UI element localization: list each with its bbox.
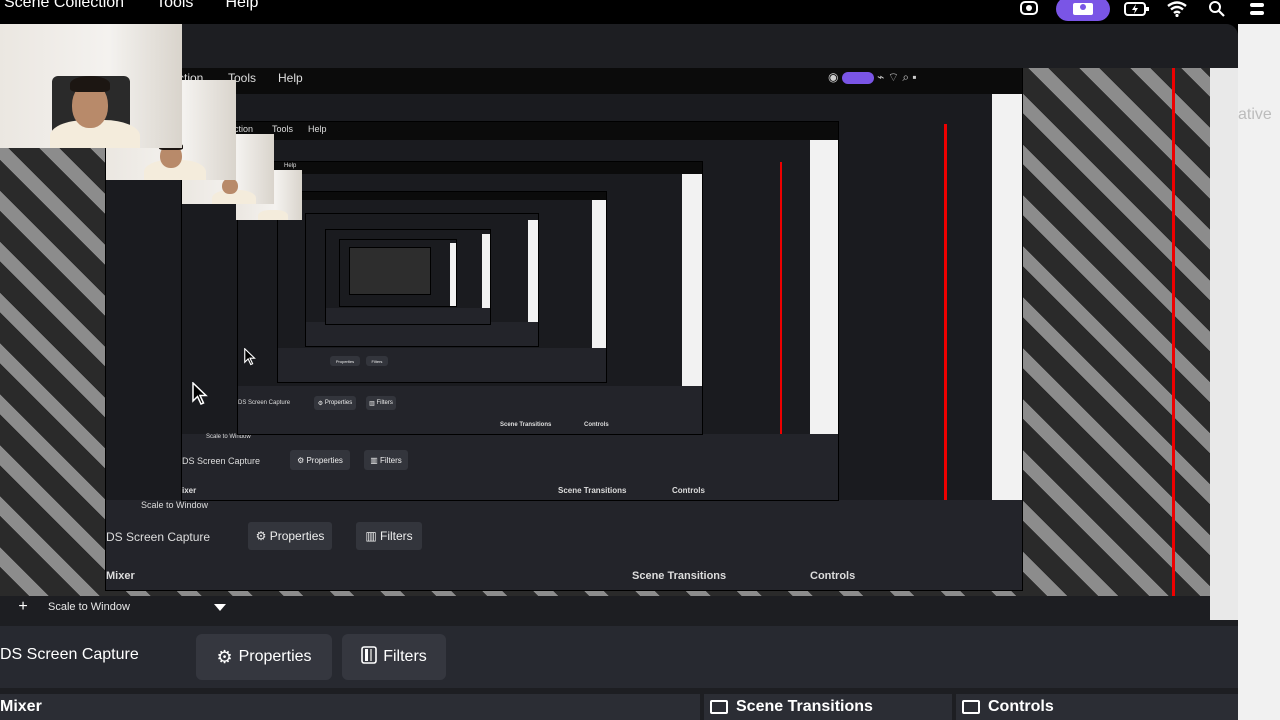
selected-source-name: DS Screen Capture — [0, 646, 139, 663]
nested-frame-5 — [306, 214, 538, 346]
nested-filters-button: ▥ Filters — [366, 396, 396, 410]
nested-transitions-label: Scene Transitions — [558, 486, 627, 495]
nested-bottom-panel: Scale to Window DS Screen Capture ⚙ Prop… — [106, 500, 1022, 590]
webcam-person-shirt — [258, 210, 288, 220]
nested-source-name: DS Screen Capture — [238, 400, 291, 406]
dock-scene-transitions[interactable]: Scene Transitions — [704, 694, 952, 720]
dock-controls[interactable]: Controls — [956, 694, 1238, 720]
nested-bottom-panel: DS Screen Capture ⚙ Properties ▥ Filters… — [238, 386, 702, 434]
properties-button[interactable]: ⚙ Properties — [196, 634, 332, 680]
screen-share-icon[interactable] — [1016, 0, 1042, 20]
nested-menu-bar — [278, 192, 606, 200]
dock-icon — [710, 700, 728, 714]
menu-help[interactable]: Help — [225, 0, 258, 12]
nested-filters-button: ▥ Filters — [364, 450, 408, 470]
nested-bottom-panel — [306, 322, 538, 346]
dock-audio-mixer[interactable]: Mixer — [0, 694, 700, 720]
nested-menu-bar: ction Tools Help ◉ ⌁ ⌔ ⌕ ▪ — [106, 68, 1022, 94]
nested-bottom-panel: Scale to Window DS Screen Capture ⚙ Prop… — [182, 434, 838, 500]
nested-transitions-label: Scene Transitions — [632, 570, 727, 582]
nested-mixer-label: ixer — [182, 486, 197, 495]
nested-recording-marker — [780, 162, 782, 434]
battery-icon[interactable] — [1124, 0, 1150, 20]
nested-frame-7 — [340, 240, 456, 306]
filters-label: Filters — [383, 648, 427, 665]
nested-controls-label: Controls — [584, 422, 609, 428]
dock-icon — [962, 700, 980, 714]
menu-scene-collection[interactable]: Scene Collection — [4, 0, 124, 12]
status-area — [1002, 0, 1280, 24]
right-panel — [1210, 68, 1238, 620]
nested-transitions-label: Scene Transitions — [500, 422, 552, 428]
nested-menu-1: ction — [234, 124, 254, 134]
nested-menu-2: Help — [284, 163, 297, 169]
nested-frame-4: Properties Filters — [278, 192, 606, 382]
search-icon[interactable] — [1204, 0, 1230, 20]
nested-properties-button: ⚙ Properties — [314, 396, 356, 410]
nested-bottom-panel: Properties Filters — [278, 348, 606, 382]
scale-mode-label[interactable]: Scale to Window — [48, 601, 130, 613]
preview-scale-bar: + Scale to Window — [0, 596, 1210, 618]
nested-source-name: DS Screen Capture — [106, 530, 211, 544]
nested-status-icons: ◉ ⌁ ⌔ ⌕ ▪ — [828, 70, 917, 84]
recording-marker — [1172, 68, 1175, 598]
nested-menu-bar: ction Tools Help — [182, 122, 838, 140]
menu-tools[interactable]: Tools — [156, 0, 193, 12]
nested-scale-label: Scale to Window — [206, 434, 251, 440]
nested-controls-label: Controls — [810, 570, 856, 582]
nested-controls-label: Controls — [672, 486, 705, 495]
controls-title: Controls — [988, 698, 1054, 715]
webcam-person-face — [222, 178, 238, 194]
filter-icon — [361, 645, 378, 669]
add-source-button[interactable]: + — [12, 598, 34, 616]
nested-frame-3: ools Help DS Screen Capture ⚙ Properties… — [238, 162, 702, 434]
scale-dropdown-caret-icon[interactable] — [213, 603, 226, 611]
nested-menu-3: Help — [308, 124, 327, 134]
nested-frame-8 — [350, 248, 430, 294]
scene-transitions-title: Scene Transitions — [736, 698, 873, 715]
nested-scale-label: Scale to Window — [141, 500, 209, 510]
nested-menu-bar: ools Help — [238, 162, 702, 174]
nested-bottom-panel — [326, 308, 490, 324]
app-menu: Scene Collection Tools Help — [4, 0, 290, 12]
nested-menu-2: Tools — [272, 124, 294, 134]
user-switch-icon[interactable] — [1056, 0, 1110, 21]
background-window-edge: ative — [1238, 24, 1280, 720]
properties-label: Properties — [238, 648, 312, 665]
webcam-overlay — [0, 14, 182, 148]
filters-button[interactable]: Filters — [342, 634, 446, 680]
nested-source-name: DS Screen Capture — [182, 456, 261, 466]
macos-menu-bar: Scene Collection Tools Help — [0, 0, 1280, 24]
background-window-text: ative — [1238, 106, 1272, 123]
dock-title-bar: Mixer Scene Transitions Controls — [0, 694, 1238, 720]
nested-properties-button: Properties — [330, 356, 360, 366]
nested-properties-button: ⚙ Properties — [248, 522, 332, 550]
mixer-title: Mixer — [0, 698, 42, 715]
nested-mixer-label: Mixer — [106, 570, 135, 582]
nested-menu-3: Help — [278, 71, 303, 85]
gear-icon: ⚙ — [216, 646, 233, 667]
nested-recording-marker — [944, 124, 947, 500]
nested-white-edge — [450, 243, 456, 306]
nested-filters-button: Filters — [366, 356, 388, 366]
control-center-icon[interactable] — [1244, 0, 1270, 20]
nested-properties-button: ⚙ Properties — [290, 450, 350, 470]
nested-frame-6 — [326, 230, 490, 324]
window-titlebar — [0, 24, 1238, 68]
source-toolbar: DS Screen Capture ⚙ Properties Filters — [0, 626, 1238, 688]
wifi-icon[interactable] — [1164, 0, 1190, 20]
nested-filters-button: ▥ Filters — [356, 522, 422, 550]
webcam-person-hair — [70, 76, 110, 92]
